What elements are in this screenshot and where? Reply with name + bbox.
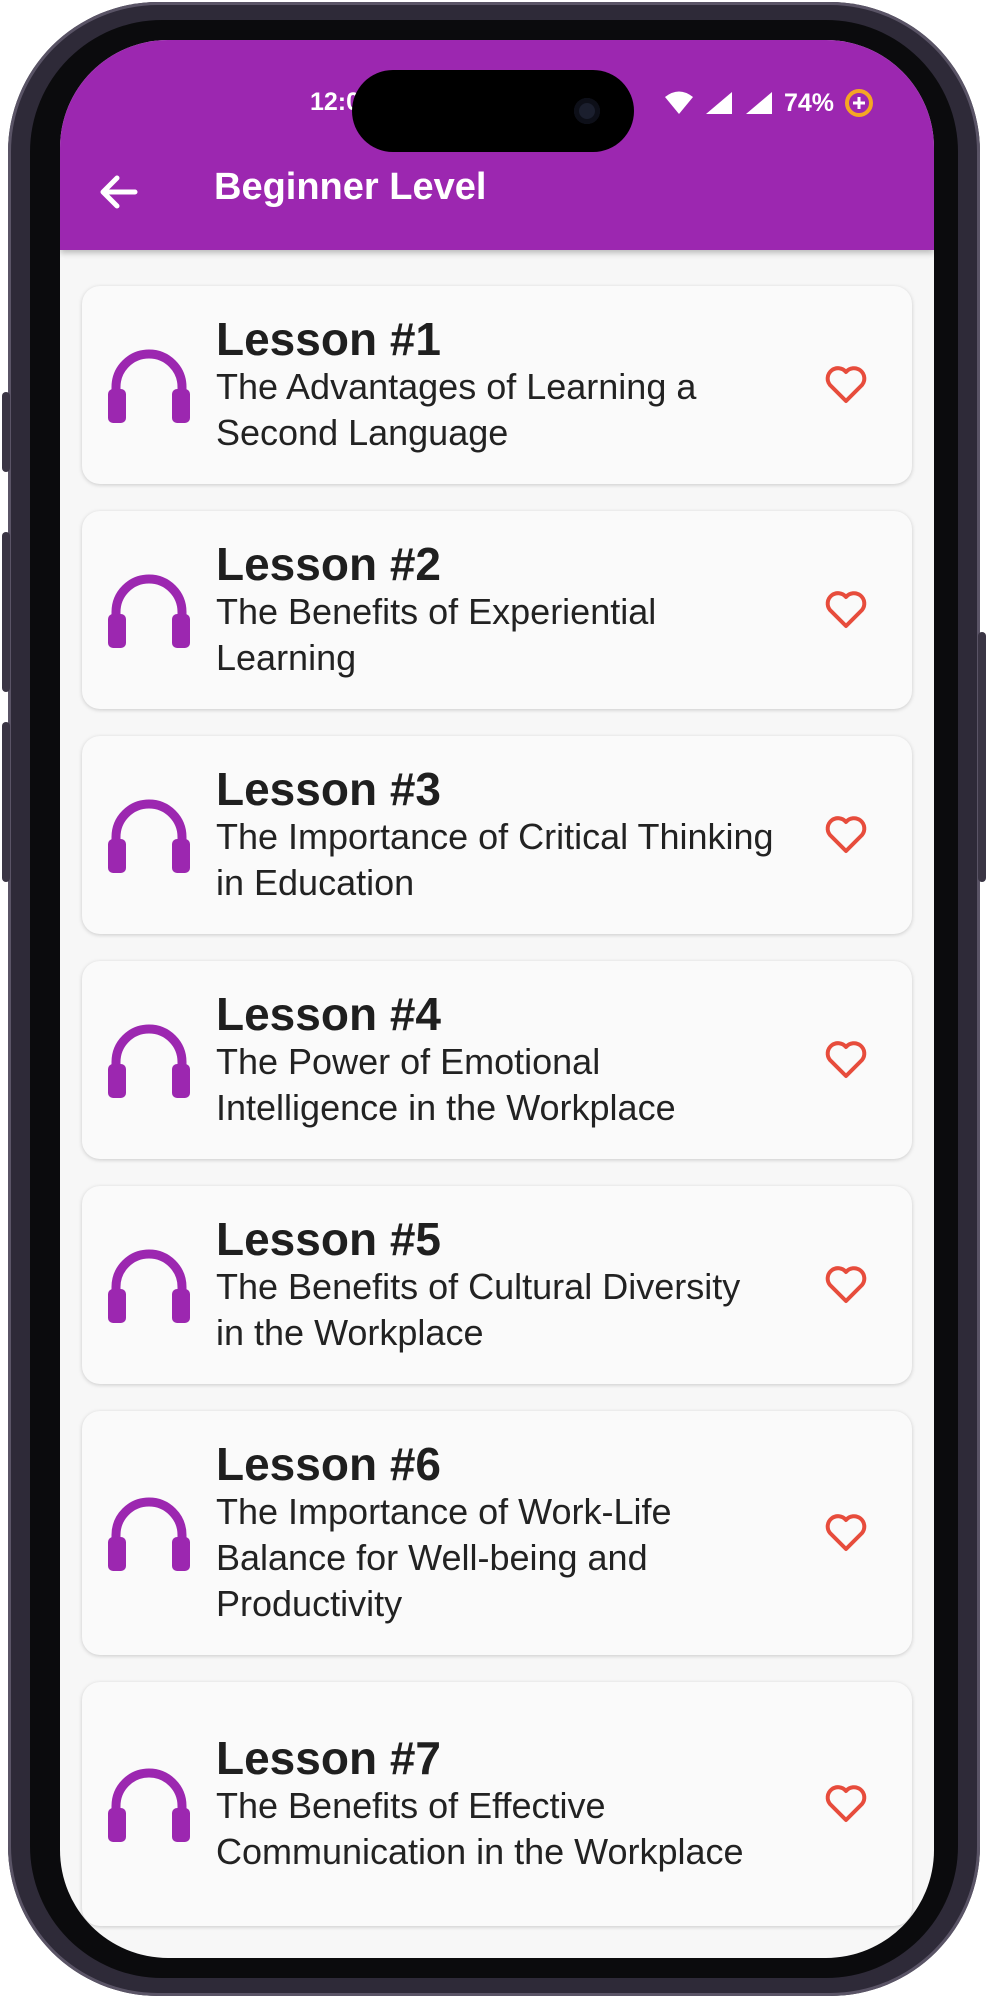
lesson-title: Lesson #1 [216,313,441,365]
lesson-subtitle: The Importance of Work-Life Balance for … [216,1491,672,1624]
lesson-subtitle: The Benefits of Effective Communication … [216,1785,744,1872]
lesson-card[interactable]: Lesson #5 The Benefits of Cultural Divers… [82,1186,912,1384]
dynamic-island [352,70,634,152]
lesson-card[interactable]: Lesson #3 The Importance of Critical Thin… [82,736,912,934]
heart-outline-icon[interactable] [824,1782,868,1826]
volume-down-button [2,722,10,882]
screen: 12:0 74% Beginner Level Lesson #1 The Ad… [60,40,934,1958]
lesson-text: Lesson #1 The Advantages of Learning a Se… [216,314,776,456]
lesson-title: Lesson #4 [216,988,441,1040]
lesson-subtitle: The Benefits of Cultural Diversity in th… [216,1266,741,1353]
wifi-icon [664,91,693,114]
headphones-icon [108,1249,190,1323]
heart-outline-icon[interactable] [824,1038,868,1082]
lesson-text: Lesson #3 The Importance of Critical Thin… [216,764,776,906]
lesson-text: Lesson #2 The Benefits of Experiential Le… [216,539,776,681]
lesson-title: Lesson #3 [216,763,441,815]
headphones-icon [108,349,190,423]
lesson-title: Lesson #7 [216,1732,441,1784]
headphones-icon [108,574,190,648]
lesson-card[interactable]: Lesson #6 The Importance of Work-Life Bal… [82,1411,912,1655]
status-icons: 74% [664,88,874,118]
lesson-card[interactable]: Lesson #1 The Advantages of Learning a Se… [82,286,912,484]
lesson-card[interactable]: Lesson #2 The Benefits of Experiential Le… [82,511,912,709]
lesson-card[interactable]: Lesson #7 The Benefits of Effective Commu… [82,1682,912,1926]
signal-icon [745,92,772,114]
lesson-text: Lesson #7 The Benefits of Effective Commu… [216,1733,776,1875]
app-bar: 12:0 74% Beginner Level [60,40,934,250]
heart-outline-icon[interactable] [824,588,868,632]
battery-percent: 74% [783,88,834,117]
lesson-text: Lesson #5 The Benefits of Cultural Divers… [216,1214,776,1356]
power-button [978,632,986,882]
heart-outline-icon[interactable] [824,813,868,857]
mute-switch [2,392,10,472]
lesson-title: Lesson #5 [216,1213,441,1265]
lesson-subtitle: The Importance of Critical Thinking in E… [216,816,774,903]
volume-up-button [2,532,10,692]
lesson-title: Lesson #6 [216,1438,441,1490]
lesson-card[interactable]: Lesson #4 The Power of Emotional Intellig… [82,961,912,1159]
signal-icon [705,92,732,114]
heart-outline-icon[interactable] [824,1263,868,1307]
back-button[interactable] [94,167,144,217]
lesson-subtitle: The Benefits of Experiential Learning [216,591,657,678]
heart-outline-icon[interactable] [824,1511,868,1555]
lesson-text: Lesson #6 The Importance of Work-Life Bal… [216,1439,776,1627]
lesson-list: Lesson #1 The Advantages of Learning a Se… [82,286,912,1953]
page-title: Beginner Level [214,166,487,208]
lesson-text: Lesson #4 The Power of Emotional Intellig… [216,989,776,1131]
headphones-icon [108,799,190,873]
lesson-subtitle: The Power of Emotional Intelligence in t… [216,1041,676,1128]
heart-outline-icon[interactable] [824,363,868,407]
arrow-left-icon [100,175,138,209]
lesson-title: Lesson #2 [216,538,441,590]
lesson-subtitle: The Advantages of Learning a Second Lang… [216,366,697,453]
battery-saver-icon [845,89,873,117]
headphones-icon [108,1497,190,1571]
headphones-icon [108,1024,190,1098]
headphones-icon [108,1768,190,1842]
camera [574,98,600,124]
